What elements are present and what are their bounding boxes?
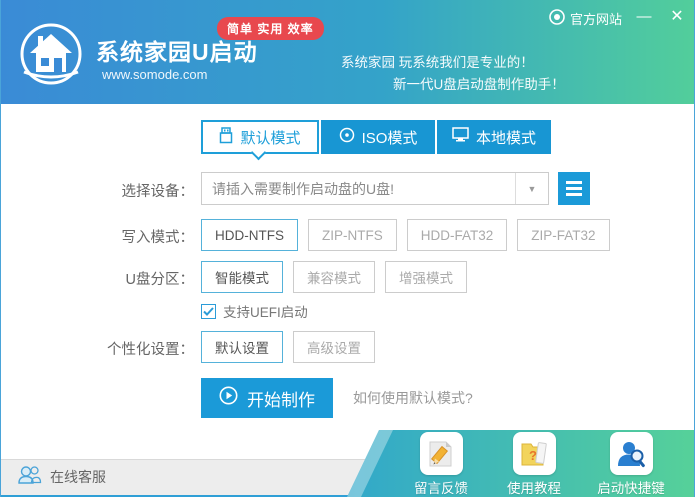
play-circle-icon	[219, 386, 238, 410]
personalize-options: 默认设置 高级设置	[201, 331, 375, 363]
feature-badge: 简单 实用 效率	[217, 17, 324, 40]
write-mode-hdd-fat32[interactable]: HDD-FAT32	[406, 219, 508, 251]
help-link[interactable]: 如何使用默认模式?	[353, 378, 473, 418]
write-mode-zip-ntfs[interactable]: ZIP-NTFS	[308, 219, 397, 251]
write-mode-hdd-ntfs[interactable]: HDD-NTFS	[201, 219, 298, 251]
write-mode-options: HDD-NTFS ZIP-NTFS HDD-FAT32 ZIP-FAT32	[201, 219, 610, 251]
tab-iso-mode[interactable]: ISO模式	[321, 120, 435, 154]
start-button-label: 开始制作	[247, 390, 315, 410]
app-website: www.somode.com	[102, 67, 208, 82]
start-button[interactable]: 开始制作	[201, 378, 333, 418]
write-mode-label: 写入模式：	[121, 230, 195, 246]
device-select[interactable]: 请插入需要制作启动盘的U盘! ▼	[201, 172, 549, 205]
svg-text:?: ?	[529, 448, 537, 463]
uefi-label: 支持UEFI启动	[223, 305, 308, 320]
tutorial-label: 使用教程	[507, 481, 561, 496]
tab-local-label: 本地模式	[475, 129, 536, 147]
online-service-button[interactable]: 在线客服	[17, 465, 106, 488]
app-window: 系统家园U启动 www.somode.com 简单 实用 效率 系统家园 玩系统…	[0, 0, 695, 497]
monitor-icon	[452, 127, 469, 147]
uefi-checkbox[interactable]	[201, 303, 216, 319]
personalize-label: 个性化设置：	[107, 342, 194, 358]
partition-enhanced-mode[interactable]: 增强模式	[385, 261, 467, 293]
footer-accent-panel: 留言反馈 ? 使用教程 启动快捷键	[347, 430, 694, 497]
online-service-label: 在线客服	[50, 468, 106, 485]
tab-default-label: 默认模式	[240, 129, 301, 147]
device-select-placeholder: 请插入需要制作启动盘的U盘!	[212, 180, 394, 197]
personalize-default[interactable]: 默认设置	[201, 331, 283, 363]
partition-smart-mode[interactable]: 智能模式	[201, 261, 283, 293]
user-search-icon	[609, 432, 653, 475]
device-menu-button[interactable]	[558, 172, 590, 205]
feedback-label: 留言反馈	[414, 481, 468, 496]
folder-help-icon: ?	[512, 432, 556, 475]
partition-compat-mode[interactable]: 兼容模式	[293, 261, 375, 293]
partition-options: 智能模式 兼容模式 增强模式	[201, 261, 467, 293]
official-site-label: 官方网站	[570, 12, 623, 27]
slogan-line2: 新一代U盘启动盘制作助手！	[393, 77, 565, 92]
device-label: 选择设备：	[121, 184, 195, 200]
pencil-feedback-icon	[419, 432, 463, 475]
close-button[interactable]: ✕	[664, 4, 690, 28]
hotkey-label: 启动快捷键	[597, 481, 665, 496]
uefi-checkbox-row[interactable]: 支持UEFI启动	[201, 301, 308, 321]
personalize-advanced[interactable]: 高级设置	[293, 331, 375, 363]
app-logo-icon	[14, 20, 88, 93]
tutorial-button[interactable]: ? 使用教程	[486, 432, 582, 497]
disc-icon	[339, 127, 355, 147]
header: 系统家园U启动 www.somode.com 简单 实用 效率 系统家园 玩系统…	[1, 0, 694, 104]
feedback-button[interactable]: 留言反馈	[393, 432, 489, 497]
chevron-down-icon[interactable]: ▼	[515, 173, 548, 204]
customer-service-icon	[17, 465, 42, 488]
official-site-link[interactable]: 官方网站	[549, 9, 622, 28]
globe-icon	[549, 9, 565, 28]
partition-label: U盘分区：	[125, 272, 194, 288]
hotkey-button[interactable]: 启动快捷键	[583, 432, 679, 497]
tab-local-mode[interactable]: 本地模式	[437, 120, 551, 154]
write-mode-zip-fat32[interactable]: ZIP-FAT32	[517, 219, 610, 251]
minimize-button[interactable]: —	[631, 4, 657, 28]
slogan-line1: 系统家园 玩系统我们是专业的！	[341, 55, 534, 70]
usb-drive-icon	[219, 126, 233, 148]
tab-iso-label: ISO模式	[361, 129, 418, 147]
